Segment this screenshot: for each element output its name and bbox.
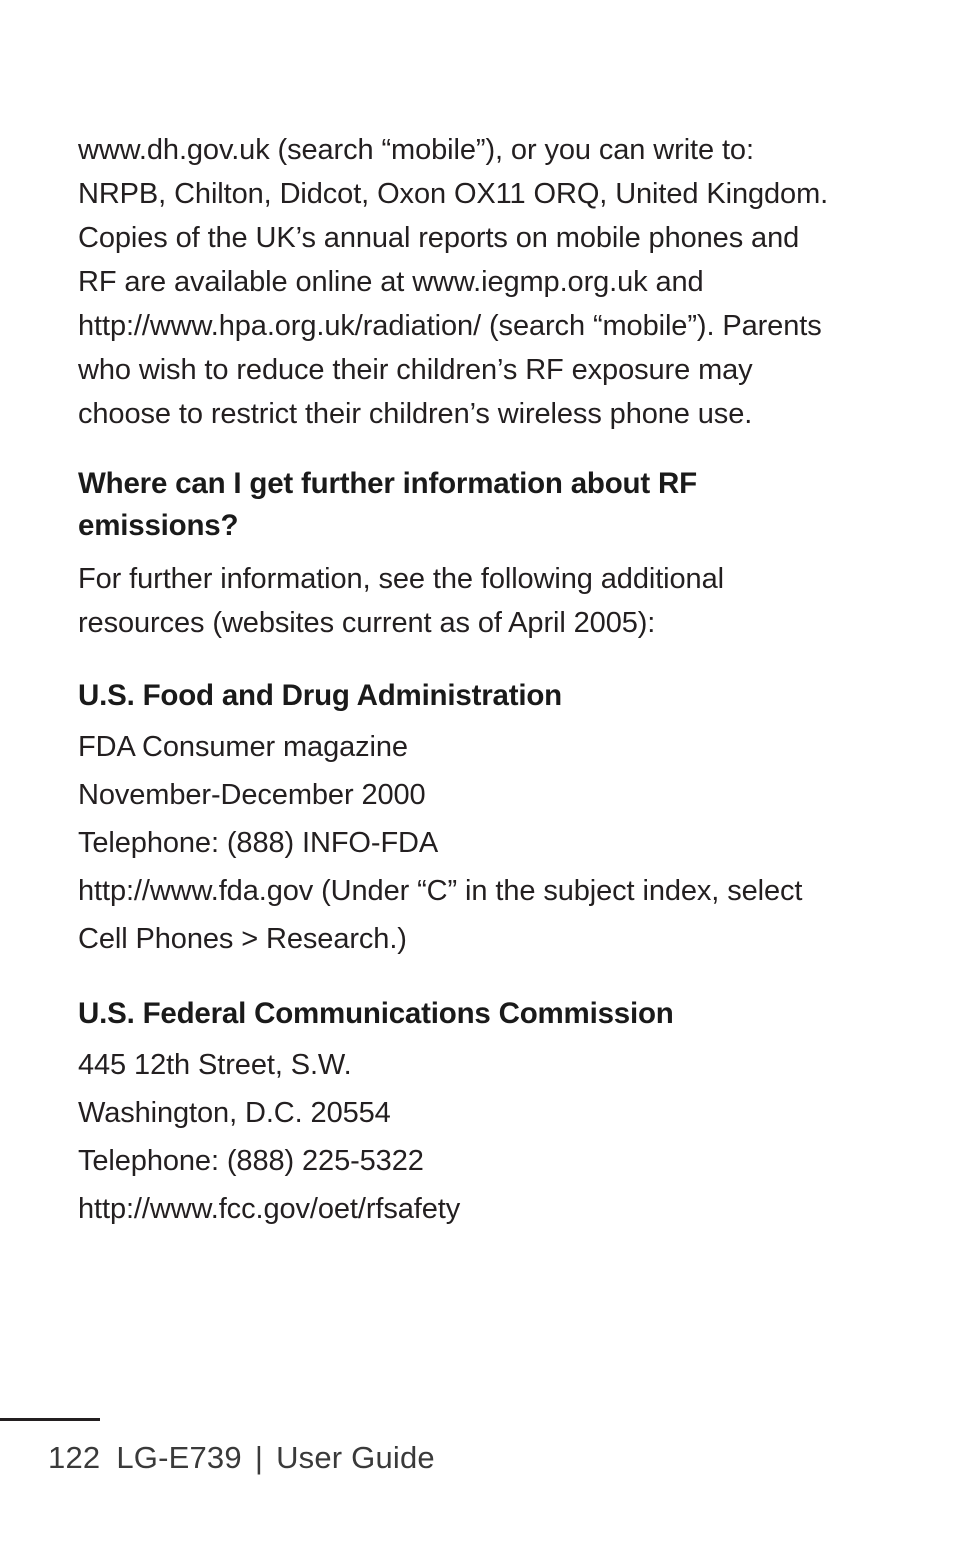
fcc-website: http://www.fcc.gov/oet/rfsafety [78, 1193, 461, 1225]
heading-us-food-and-drug-administration: U.S. Food and Drug Administration [78, 679, 562, 712]
fcc-line: 445 12th Street, S.W. [78, 1049, 352, 1081]
footer-page-number: 122 [48, 1440, 101, 1475]
document-page: www.dh.gov.uk (search “mobile”), or you … [0, 0, 954, 1557]
fcc-line: Washington, D.C. 20554 [78, 1097, 391, 1129]
footer-doc-title: User Guide [276, 1440, 435, 1475]
page-content: www.dh.gov.uk (search “mobile”), or you … [78, 128, 836, 1233]
fda-line: November-December 2000 [78, 779, 426, 811]
fda-website-note: http://www.fda.gov (Under “C” in the sub… [78, 875, 803, 955]
heading-rf-emissions-question: Where can I get further information abou… [78, 467, 697, 542]
footer-text: 122 LG-E739 | User Guide [48, 1438, 435, 1478]
footer-separator: | [254, 1440, 264, 1475]
footer-model-name: LG-E739 [116, 1440, 242, 1475]
heading-us-federal-communications-commission: U.S. Federal Communications Commission [78, 997, 674, 1030]
intro-paragraph: www.dh.gov.uk (search “mobile”), or you … [78, 134, 829, 430]
fda-line: FDA Consumer magazine [78, 731, 408, 763]
fda-line: Telephone: (888) INFO-FDA [78, 827, 439, 859]
rf-question-body: For further information, see the followi… [78, 563, 724, 639]
footer-divider [0, 1418, 100, 1421]
page-footer: 122 LG-E739 | User Guide [0, 1418, 954, 1518]
fcc-line: Telephone: (888) 225-5322 [78, 1145, 424, 1177]
fda-details: FDA Consumer magazine November-December … [78, 723, 836, 963]
fcc-details: 445 12th Street, S.W. Washington, D.C. 2… [78, 1041, 836, 1233]
